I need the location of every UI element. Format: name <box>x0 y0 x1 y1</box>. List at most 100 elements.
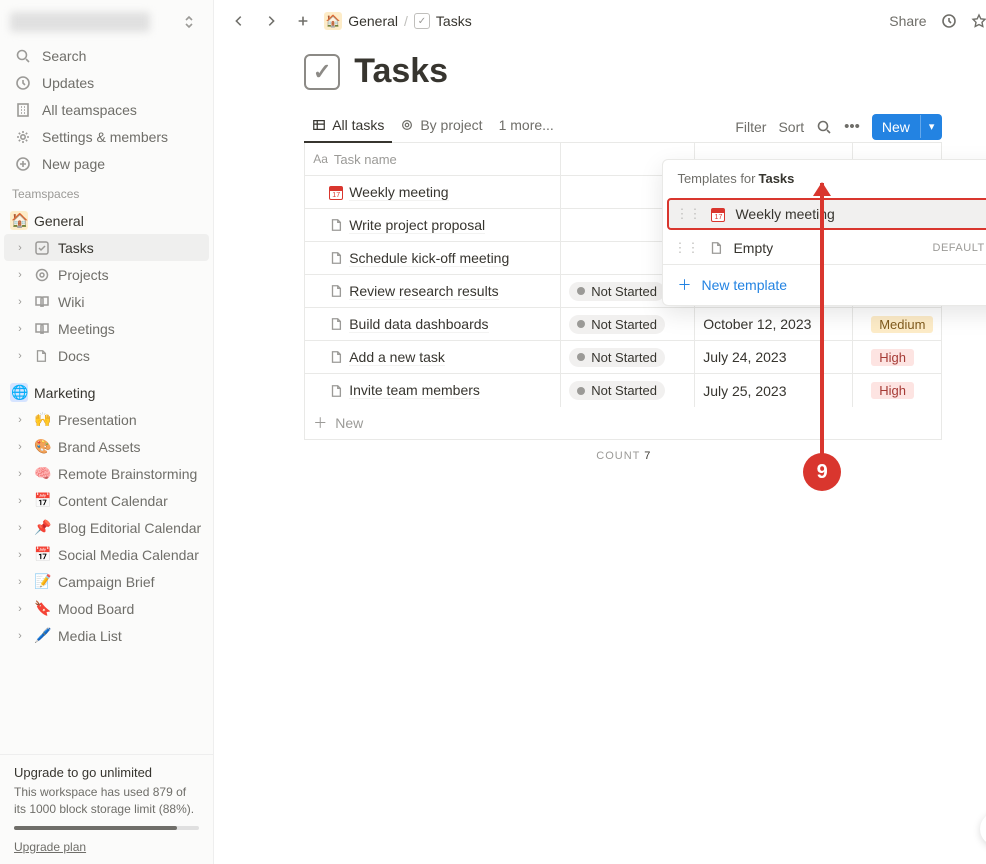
sidebar-item-campaign-brief[interactable]: › 📝 Campaign Brief <box>4 568 209 595</box>
cell-due[interactable]: July 25, 2023 <box>695 374 853 407</box>
upgrade-plan-link[interactable]: Upgrade plan <box>14 840 86 854</box>
sidebar-item-label: Presentation <box>58 412 201 428</box>
sidebar-item-social-media-calendar[interactable]: › 📅 Social Media Calendar <box>4 541 209 568</box>
chevron-right-icon[interactable]: › <box>12 242 28 254</box>
tab-all-tasks[interactable]: All tasks <box>304 111 392 143</box>
page-icon[interactable]: ✓ <box>304 54 340 90</box>
tab-more[interactable]: 1 more... <box>491 111 562 143</box>
tab-by-project-label: By project <box>420 117 482 133</box>
sidebar-item-meetings[interactable]: › Meetings <box>4 315 209 342</box>
page-title[interactable]: Tasks <box>354 52 448 91</box>
chevron-right-icon[interactable]: › <box>12 603 28 615</box>
page-icon: 📅 <box>34 546 52 563</box>
teamspace-general-label: General <box>34 213 201 229</box>
sidebar-item-remote-brainstorming[interactable]: › 🧠 Remote Brainstorming <box>4 460 209 487</box>
sidebar-item-mood-board[interactable]: › 🔖 Mood Board <box>4 595 209 622</box>
chevron-right-icon[interactable]: › <box>12 495 28 507</box>
nav-back-button[interactable] <box>228 10 250 32</box>
sidebar-updates[interactable]: Updates <box>4 69 209 96</box>
chevron-right-icon[interactable]: › <box>12 269 28 281</box>
template-item-empty[interactable]: ⋮⋮ EmptyDEFAULT••• <box>663 232 986 264</box>
cell-task-name[interactable]: Build data dashboards <box>305 308 561 340</box>
cell-priority[interactable]: High <box>853 374 941 407</box>
sidebar-new-page[interactable]: New page <box>4 150 209 177</box>
page-icon <box>329 317 343 331</box>
chevron-right-icon[interactable]: › <box>12 522 28 534</box>
sidebar-item-label: Docs <box>58 348 201 364</box>
chevron-right-icon[interactable]: › <box>12 414 28 426</box>
new-button[interactable]: New ▾ <box>872 114 943 140</box>
page-icon: 📌 <box>34 519 52 536</box>
sidebar-item-presentation[interactable]: › 🙌 Presentation <box>4 406 209 433</box>
status-badge: Not Started <box>569 348 665 367</box>
page-icon <box>34 294 52 310</box>
sidebar-item-label: Mood Board <box>58 601 201 617</box>
cell-status[interactable]: Not Started <box>561 341 695 373</box>
cell-task-name[interactable]: Schedule kick-off meeting <box>305 242 561 274</box>
sidebar-item-blog-editorial-calendar[interactable]: › 📌 Blog Editorial Calendar <box>4 514 209 541</box>
cell-task-name[interactable]: 17 Weekly meeting <box>305 176 561 208</box>
chevron-right-icon[interactable]: › <box>12 350 28 362</box>
sidebar-settings[interactable]: Settings & members <box>4 123 209 150</box>
chevron-right-icon[interactable]: › <box>12 468 28 480</box>
chevron-right-icon[interactable]: › <box>12 549 28 561</box>
chevron-right-icon[interactable]: › <box>12 630 28 642</box>
cell-status[interactable]: Not Started <box>561 308 695 340</box>
count-label: COUNT <box>596 450 640 462</box>
chevron-right-icon[interactable]: › <box>12 323 28 335</box>
drag-handle-icon[interactable]: ⋮⋮ <box>675 206 701 222</box>
column-header-name[interactable]: Aa Task name <box>305 143 561 175</box>
teamspace-marketing[interactable]: 🌐 Marketing <box>4 379 209 406</box>
chevron-right-icon[interactable]: › <box>12 296 28 308</box>
new-tab-button[interactable] <box>292 10 314 32</box>
table-row[interactable]: Invite team members Not StartedJuly 25, … <box>305 374 941 407</box>
sidebar-new-page-label: New page <box>42 156 105 172</box>
sidebar-item-projects[interactable]: › Projects <box>4 261 209 288</box>
teamspace-general[interactable]: 🏠 General <box>4 207 209 234</box>
sidebar-all-teamspaces[interactable]: All teamspaces <box>4 96 209 123</box>
filter-button[interactable]: Filter <box>735 119 766 135</box>
workspace-switcher[interactable] <box>0 0 213 40</box>
sidebar-item-docs[interactable]: › Docs <box>4 342 209 369</box>
sidebar-upgrade-footer: Upgrade to go unlimited This workspace h… <box>0 754 213 864</box>
page-icon <box>329 218 343 232</box>
cell-priority[interactable]: High <box>853 341 941 373</box>
cell-task-name[interactable]: Invite team members <box>305 374 561 407</box>
help-fab[interactable]: ? <box>980 812 986 846</box>
table-row[interactable]: Build data dashboards Not StartedOctober… <box>305 308 941 341</box>
sidebar-item-content-calendar[interactable]: › 📅 Content Calendar <box>4 487 209 514</box>
template-item-weekly-meeting[interactable]: ⋮⋮ 17 Weekly meeting••• <box>667 198 986 230</box>
sort-button[interactable]: Sort <box>778 119 804 135</box>
new-row-button[interactable]: ＋ New <box>305 407 941 439</box>
cell-task-name[interactable]: Review research results <box>305 275 561 307</box>
chevron-down-icon[interactable]: ▾ <box>920 115 943 138</box>
cell-task-name[interactable]: Write project proposal <box>305 209 561 241</box>
chevron-right-icon[interactable]: › <box>12 576 28 588</box>
checkbox-icon: ✓ <box>414 13 430 29</box>
table-row[interactable]: Add a new task Not Started July 24, 2023H… <box>305 341 941 374</box>
cell-priority[interactable]: Medium <box>853 308 941 340</box>
sidebar-item-brand-assets[interactable]: › 🎨 Brand Assets <box>4 433 209 460</box>
sidebar-item-wiki[interactable]: › Wiki <box>4 288 209 315</box>
tab-by-project[interactable]: By project <box>392 111 490 143</box>
share-button[interactable]: Share <box>889 13 926 29</box>
cell-status[interactable]: Not Started <box>561 374 695 407</box>
template-icon <box>709 241 723 255</box>
template-label: Empty <box>733 240 922 256</box>
cell-due[interactable]: July 24, 2023 <box>695 341 853 373</box>
sidebar-item-media-list[interactable]: › 🖊️ Media List <box>4 622 209 649</box>
breadcrumb-general[interactable]: General <box>348 13 398 29</box>
breadcrumb-tasks[interactable]: Tasks <box>436 13 472 29</box>
new-template-button[interactable]: ＋ New template <box>663 264 986 305</box>
sidebar-item-tasks[interactable]: › Tasks <box>4 234 209 261</box>
nav-forward-button[interactable] <box>260 10 282 32</box>
drag-handle-icon[interactable]: ⋮⋮ <box>673 240 699 256</box>
search-icon[interactable] <box>816 119 832 135</box>
chevron-right-icon[interactable]: › <box>12 441 28 453</box>
more-icon[interactable]: ••• <box>844 118 860 135</box>
sidebar-search[interactable]: Search <box>4 42 209 69</box>
clock-icon[interactable] <box>941 13 957 29</box>
cell-task-name[interactable]: Add a new task <box>305 341 561 373</box>
star-icon[interactable] <box>971 13 986 29</box>
cell-due[interactable]: October 12, 2023 <box>695 308 853 340</box>
